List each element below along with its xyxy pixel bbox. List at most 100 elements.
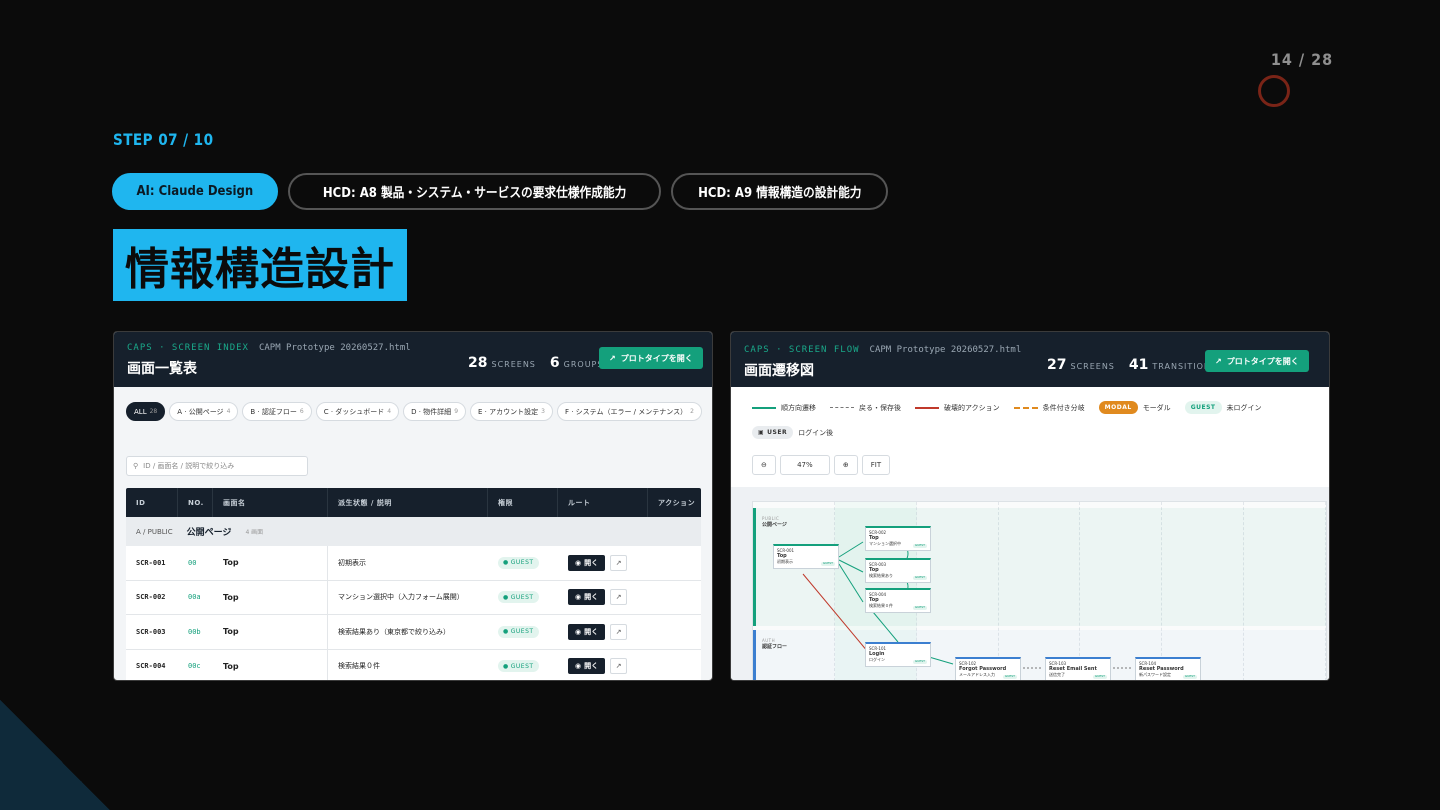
cell-no: 00 <box>188 558 197 567</box>
flow-node[interactable]: SCR-101 Login ログイン GUEST <box>865 642 931 667</box>
col-action[interactable]: アクション <box>648 488 701 517</box>
page-counter: 14 / 28 <box>1270 50 1334 69</box>
flow-node[interactable]: SCR-003 Top 検索結果あり GUEST <box>865 558 931 583</box>
col-id[interactable]: ID <box>126 488 178 517</box>
filter-chip-e[interactable]: E · アカウント設定 3 <box>470 402 553 421</box>
cell-desc: 検索結果あり（東京都で絞り込み） <box>338 627 450 636</box>
open-screen-button[interactable]: ◉ 開く <box>568 623 606 640</box>
open-screen-button[interactable]: ◉ 開く <box>568 658 606 675</box>
cell-route: ◉ 開く ↗ <box>558 546 648 580</box>
search-input[interactable]: ⚲ ID / 画面名 / 説明で絞り込み <box>126 456 308 476</box>
panel-title: 画面遷移図 <box>744 363 814 379</box>
open-screen-button[interactable]: ◉ 開く <box>568 589 606 606</box>
table-header: ID NO. 画面名 派生状態 / 説明 権限 ルート アクション <box>126 488 701 517</box>
fit-button[interactable]: FIT <box>861 455 891 475</box>
filter-chip-f[interactable]: F · システム（エラー / メンテナンス） 2 <box>556 402 702 421</box>
open-prototype-button[interactable]: ↗ プロトタイプを開く <box>599 347 703 369</box>
legend-destructive: 破壊的アクション <box>915 403 1000 413</box>
zoom-out-button[interactable]: ⊖ <box>752 455 776 475</box>
lock-icon: ▣ <box>758 429 765 436</box>
filter-chip-a[interactable]: A · 公開ページ 4 <box>169 402 239 421</box>
legend-modal: MODAL モーダル <box>1098 401 1171 414</box>
zoom-in-icon: ⊕ <box>842 461 849 469</box>
stat-screens: 28 SCREENS <box>468 355 536 371</box>
filter-chip-d[interactable]: D · 物件詳細 9 <box>403 402 467 421</box>
panel-header: CAPS · SCREEN FLOW CAPM Prototype 2026052… <box>731 332 1329 387</box>
eye-icon: ◉ <box>575 593 582 602</box>
flow-node[interactable]: SCR-001 Top 初期表示 GUEST <box>773 544 839 569</box>
flow-node[interactable]: SCR-002 Top マンション選択中 GUEST <box>865 526 931 551</box>
col-route[interactable]: ルート <box>558 488 648 517</box>
flow-canvas[interactable]: PUBLIC 公開ページ AUTH 認証フロー SCR-001 Top 初期表示 GUES… <box>731 487 1329 680</box>
stat-groups: 6 GROUPS <box>549 355 604 371</box>
zoom-out-icon: ⊖ <box>761 461 767 469</box>
table-row: SCR-001 00 Top 初期表示 ● GUEST ◉ 開く ↗ <box>126 546 701 581</box>
filter-chip-b[interactable]: B · 認証フロー 6 <box>242 402 312 421</box>
corner-decoration <box>0 700 110 810</box>
external-link-icon[interactable]: ↗ <box>610 623 628 640</box>
cell-no: 00b <box>188 627 201 636</box>
flow-node[interactable]: SCR-104 Reset Password 新パスワード設定 GUEST <box>1135 657 1201 680</box>
screen-index-panel: CAPS · SCREEN INDEX CAPM Prototype 202605… <box>113 331 713 681</box>
flow-node[interactable]: SCR-004 Top 検索結果０件 GUEST <box>865 588 931 613</box>
step-label: STEP 07 / 10 <box>113 130 214 149</box>
cell-role: ● GUEST <box>488 581 558 615</box>
cell-id: SCR-002 <box>136 593 166 602</box>
cell-id: SCR-001 <box>136 558 166 567</box>
zoom-in-button[interactable]: ⊕ <box>833 455 858 475</box>
open-prototype-button[interactable]: ↗ プロトタイプを開く <box>1205 350 1309 372</box>
group-row: A / PUBLIC 公開ページ 4 画面 <box>126 517 701 546</box>
cell-route: ◉ 開く ↗ <box>558 615 648 649</box>
flow-node[interactable]: SCR-102 Forgot Password メールアドレス入力 GUEST <box>955 657 1021 680</box>
filter-chip-c[interactable]: C · ダッシュボード 4 <box>315 402 400 421</box>
flow-edges <box>802 539 1133 669</box>
panel-kicker: CAPS · SCREEN INDEX CAPM Prototype 202605… <box>127 343 411 353</box>
col-no[interactable]: NO. <box>178 488 213 517</box>
cell-role: ● GUEST <box>488 650 558 681</box>
filter-chip-all[interactable]: ALL 28 <box>126 402 166 421</box>
external-link-icon: ↗ <box>1215 356 1222 366</box>
tag-hcd-a9: HCD: A9 情報構造の設計能力 <box>670 173 889 210</box>
table-row: SCR-003 00b Top 検索結果あり（東京都で絞り込み） ● GUEST … <box>126 615 701 650</box>
col-name[interactable]: 画面名 <box>213 488 328 517</box>
guest-badge: ● GUEST <box>498 591 539 604</box>
cell-desc: マンション選択中（入力フォーム展開） <box>338 593 464 602</box>
cell-name: Top <box>213 649 328 680</box>
panel-title: 画面一覧表 <box>127 361 197 377</box>
external-link-icon: ↗ <box>609 353 616 363</box>
page-title: 情報構造設計 <box>113 229 407 301</box>
panel-header: CAPS · SCREEN INDEX CAPM Prototype 202605… <box>114 332 712 387</box>
progress-ring-icon <box>1258 75 1290 107</box>
panel-stats: 28 SCREENS 6 GROUPS <box>468 352 603 371</box>
legend-user: ▣ USER ログイン後 <box>752 426 833 439</box>
guest-badge: ● GUEST <box>498 556 539 569</box>
cell-role: ● GUEST <box>488 615 558 649</box>
external-link-icon[interactable]: ↗ <box>610 554 628 571</box>
tag-hcd-a8: HCD: A8 製品・システム・サービスの要求仕様作成能力 <box>287 173 661 210</box>
legend-guest: GUEST 未ログイン <box>1184 401 1262 414</box>
open-screen-button[interactable]: ◉ 開く <box>568 554 606 571</box>
cell-desc: 初期表示 <box>338 558 366 567</box>
filter-chips: ALL 28 A · 公開ページ 4 B · 認証フロー 6 C · ダッシュボード 4… <box>126 402 706 421</box>
cell-id: SCR-003 <box>136 627 166 636</box>
col-role[interactable]: 権限 <box>488 488 558 517</box>
table-row: SCR-002 00a Top マンション選択中（入力フォーム展開） ● GUES… <box>126 580 701 615</box>
screen-flow-panel: CAPS · SCREEN FLOW CAPM Prototype 2026052… <box>730 331 1330 681</box>
table-row: SCR-004 00c Top 検索結果０件 ● GUEST ◉ 開く ↗ <box>126 649 701 681</box>
guest-badge: ● GUEST <box>498 625 539 638</box>
tag-list: AI: Claude Design HCD: A8 製品・システム・サービスの要… <box>112 173 889 210</box>
flow-node[interactable]: SCR-103 Reset Email Sent 送信完了 GUEST <box>1045 657 1111 680</box>
legend-back: 戻る・保存後 <box>830 403 901 413</box>
col-desc[interactable]: 派生状態 / 説明 <box>328 488 488 517</box>
cell-action <box>648 615 701 649</box>
cell-id: SCR-004 <box>136 662 166 671</box>
cell-name: Top <box>213 546 328 580</box>
eye-icon: ◉ <box>575 627 582 636</box>
slide: 14 / 28 STEP 07 / 10 AI: Claude Design H… <box>0 0 1440 810</box>
cell-role: ● GUEST <box>488 546 558 580</box>
external-link-icon[interactable]: ↗ <box>610 589 628 606</box>
panel-kicker: CAPS · SCREEN FLOW CAPM Prototype 2026052… <box>744 345 1022 355</box>
external-link-icon[interactable]: ↗ <box>610 658 628 675</box>
legend-conditional: 条件付き分岐 <box>1013 403 1085 413</box>
zoom-level: 47% <box>779 455 830 475</box>
